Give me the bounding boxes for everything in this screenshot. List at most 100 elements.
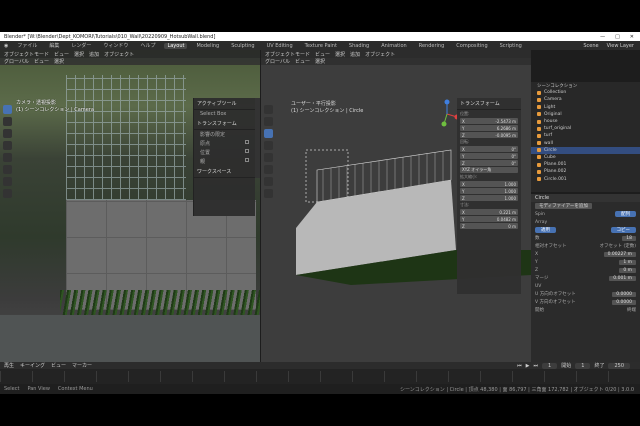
- array-modifier-name[interactable]: Array: [535, 220, 547, 225]
- offset-y-field[interactable]: 1 m: [619, 259, 636, 265]
- outliner-row[interactable]: Cube: [531, 154, 640, 161]
- current-frame-field[interactable]: 1: [542, 362, 558, 369]
- outliner-row[interactable]: turf: [531, 132, 640, 139]
- rotation-y-field[interactable]: Y 0°: [460, 153, 518, 159]
- timeline-ruler[interactable]: [0, 371, 640, 382]
- timeline-menu-view[interactable]: ビュー: [51, 362, 66, 369]
- left-menu-view[interactable]: ビュー: [54, 51, 69, 58]
- dimensions-x-field[interactable]: X 0.221 m: [460, 209, 518, 215]
- left-menu-object[interactable]: オブジェクト: [104, 51, 134, 58]
- modifier-name-field[interactable]: Spin: [535, 212, 545, 217]
- workspace-tab-layout[interactable]: Layout: [164, 42, 188, 49]
- workspace-tab-rendering[interactable]: Rendering: [416, 43, 448, 49]
- workspace-tab-sculpting[interactable]: Sculpting: [228, 43, 257, 49]
- workspace-tab-uv-editing[interactable]: UV Editing: [264, 43, 296, 49]
- affect-location-checkbox[interactable]: [245, 149, 249, 153]
- location-y-field[interactable]: Y 6.2686 m: [460, 125, 518, 131]
- outliner-row[interactable]: Collection: [531, 89, 640, 96]
- timeline-menu-marker[interactable]: マーカー: [72, 362, 92, 369]
- annotate-tool-icon[interactable]: [3, 177, 12, 186]
- outliner-row[interactable]: Original: [531, 111, 640, 118]
- merge-distance-field[interactable]: 0.001 m: [609, 275, 636, 281]
- outliner-row[interactable]: シーンコレクション: [531, 82, 640, 89]
- u-offset-field[interactable]: 0.0000: [612, 291, 636, 297]
- outliner-row[interactable]: wall: [531, 140, 640, 147]
- transform-tool-icon[interactable]: [3, 165, 12, 174]
- left-mode-selector[interactable]: オブジェクトモード: [4, 51, 49, 58]
- offset-x-field[interactable]: 0.00227 m: [603, 251, 636, 257]
- timeline-menu-playback[interactable]: 再生: [4, 362, 14, 369]
- outliner-row[interactable]: Light: [531, 104, 640, 111]
- left-menu-select[interactable]: 選択: [74, 51, 84, 58]
- blender-logo-icon[interactable]: ◉: [4, 43, 8, 49]
- sidebar-tabs[interactable]: [255, 98, 260, 178]
- jump-end-icon[interactable]: ⏭: [534, 363, 539, 369]
- menu-help[interactable]: ヘルプ: [137, 42, 158, 49]
- cursor-tool-icon[interactable]: [3, 117, 12, 126]
- apply-button[interactable]: 適用: [535, 227, 556, 233]
- outliner-row[interactable]: Plane.001: [531, 161, 640, 168]
- menu-render[interactable]: レンダー: [68, 42, 94, 49]
- jump-start-icon[interactable]: ⏮: [517, 363, 522, 369]
- offset-z-field[interactable]: 0 m: [619, 267, 636, 273]
- measure-tool-icon[interactable]: [3, 189, 12, 198]
- copy-button[interactable]: コピー: [610, 227, 636, 233]
- scene-selector[interactable]: Scene: [583, 43, 598, 49]
- maximize-button[interactable]: □: [615, 34, 620, 40]
- add-modifier-button[interactable]: モディファイアーを追加: [535, 203, 592, 209]
- outliner-row-selected[interactable]: Circle: [531, 146, 640, 154]
- left-orientation-selector[interactable]: グローバル: [4, 58, 29, 65]
- rotation-z-field[interactable]: Z 0°: [460, 160, 518, 166]
- v-offset-field[interactable]: 0.0000: [612, 299, 636, 305]
- transform-section[interactable]: トランスフォーム: [194, 118, 255, 130]
- outliner-row[interactable]: house: [531, 118, 640, 125]
- outliner-row[interactable]: Plane.002: [531, 168, 640, 175]
- start-frame-field[interactable]: 1: [575, 362, 591, 369]
- menu-window[interactable]: ウィンドウ: [100, 42, 131, 49]
- camera-viewport[interactable]: オブジェクトモード ビュー 選択 追加 オブジェクト グローバル ビュー 選択 …: [0, 50, 260, 362]
- location-z-field[interactable]: Z -0.0095 m: [460, 132, 518, 138]
- outliner-row[interactable]: Camera: [531, 96, 640, 103]
- count-field[interactable]: 18: [622, 235, 636, 241]
- outliner-row[interactable]: turf_original: [531, 125, 640, 132]
- left-view-menu[interactable]: ビュー: [34, 58, 49, 65]
- move-tool-icon[interactable]: [3, 129, 12, 138]
- select-box-label[interactable]: Select Box: [200, 111, 226, 117]
- left-select-menu[interactable]: 選択: [54, 58, 64, 65]
- uv-section-label[interactable]: UV: [535, 284, 541, 289]
- close-button[interactable]: ✕: [630, 34, 634, 40]
- modifier-type-button[interactable]: 配列: [615, 211, 636, 217]
- affect-parent-checkbox[interactable]: [245, 158, 249, 162]
- rotation-x-field[interactable]: X 0°: [460, 146, 518, 152]
- scale-tool-icon[interactable]: [3, 153, 12, 162]
- view-layer-selector[interactable]: View Layer: [607, 43, 634, 49]
- menu-file[interactable]: ファイル: [14, 42, 40, 49]
- location-x-field[interactable]: X -2.5473 m: [460, 118, 518, 124]
- scale-x-field[interactable]: X 1.000: [460, 181, 518, 187]
- scale-z-field[interactable]: Z 1.000: [460, 195, 518, 201]
- end-frame-field[interactable]: 250: [608, 362, 630, 369]
- minimize-button[interactable]: —: [600, 34, 605, 40]
- rotation-mode-select[interactable]: XYZ オイラー角: [460, 167, 518, 173]
- relative-offset-label[interactable]: 相対オフセット: [535, 243, 567, 249]
- workspace-tab-texture-paint[interactable]: Texture Paint: [302, 43, 340, 49]
- workspace-tab-animation[interactable]: Animation: [378, 43, 410, 49]
- dimensions-z-field[interactable]: Z 0 m: [460, 223, 518, 229]
- timeline[interactable]: 再生 キーイング ビュー マーカー ⏮ ▶ ⏭ 1 開始 1 終了 250: [0, 362, 640, 384]
- workspace-tab-modeling[interactable]: Modeling: [193, 43, 222, 49]
- timeline-menu-keying[interactable]: キーイング: [20, 362, 45, 369]
- start-cap-label[interactable]: 開始: [535, 307, 544, 313]
- merge-label[interactable]: マージ: [535, 275, 548, 281]
- active-tool-header[interactable]: アクティブツール: [194, 98, 255, 110]
- dimensions-y-field[interactable]: Y 0.0482 m: [460, 216, 518, 222]
- workspace-tab-scripting[interactable]: Scripting: [497, 43, 525, 49]
- end-cap-label[interactable]: 終端: [627, 307, 636, 313]
- constant-offset-label[interactable]: オフセット (定数): [600, 243, 636, 249]
- menu-edit[interactable]: 編集: [46, 42, 62, 49]
- play-icon[interactable]: ▶: [526, 363, 530, 369]
- outliner-row[interactable]: Circle.001: [531, 175, 640, 182]
- left-menu-add[interactable]: 追加: [89, 51, 99, 58]
- affect-origin-checkbox[interactable]: [245, 140, 249, 144]
- transform-title[interactable]: トランスフォーム: [457, 98, 521, 110]
- workspace-tab-compositing[interactable]: Compositing: [453, 43, 490, 49]
